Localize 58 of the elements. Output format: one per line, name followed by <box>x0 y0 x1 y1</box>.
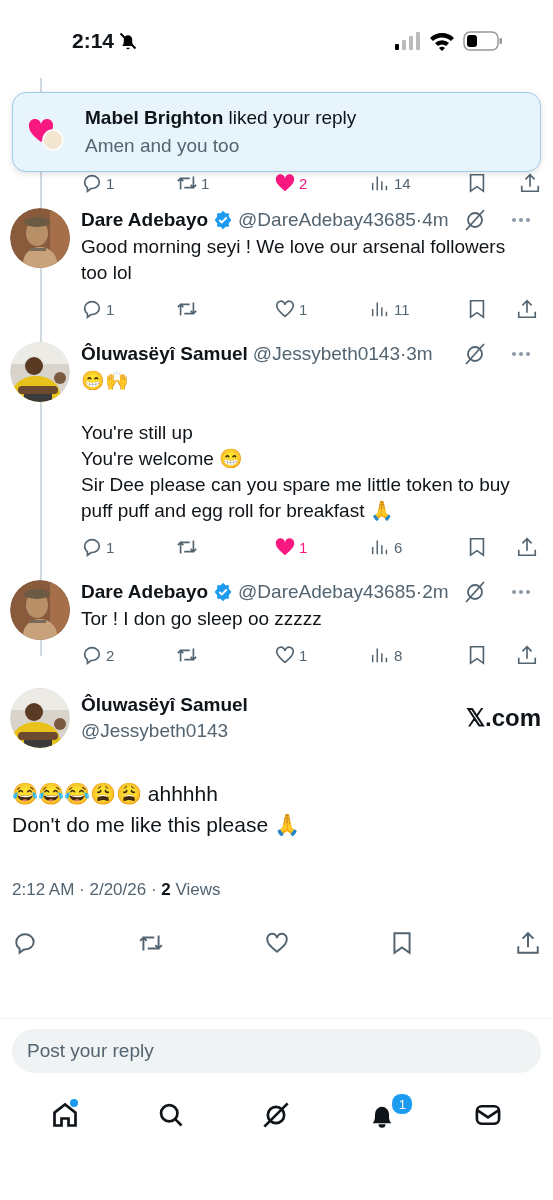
heart-icon[interactable] <box>274 298 296 320</box>
heart-icon[interactable] <box>274 172 296 194</box>
author-name[interactable]: Ôluwasëyî Samuel <box>81 694 455 716</box>
notification-count: 1 <box>391 1093 414 1115</box>
post-time: ·2m <box>415 581 449 603</box>
share-icon[interactable] <box>519 172 541 194</box>
comment-icon[interactable] <box>12 930 38 956</box>
reply-count: 1 <box>106 174 115 192</box>
author-handle[interactable]: @DareAdebay43685 <box>238 209 416 231</box>
reply-text: 😁🙌 You're still up You're welcome 😁 Sir Dee please can you spare me little token to buy puff puff and egg roll for breakfast 🙏 <box>81 369 511 523</box>
notification-title: Mabel Brighton liked your reply <box>85 107 357 129</box>
views-count: 8 <box>394 646 403 664</box>
repost-count: 1 <box>201 174 210 192</box>
like-count: 1 <box>299 538 308 556</box>
clock-time: 2:14 <box>72 29 115 53</box>
notification-toast[interactable]: Mabel Brighton liked your reply Amen and you too <box>12 92 541 172</box>
share-icon[interactable] <box>516 536 538 558</box>
site-watermark-text: 𝕏.com <box>466 704 541 732</box>
reply-count: 1 <box>106 300 115 318</box>
home-icon[interactable] <box>50 1101 79 1129</box>
comment-icon[interactable] <box>81 536 103 558</box>
post-text: 😂😂😂😩😩 ahhhhh Don't do me like this please 🙏 <box>11 781 301 838</box>
views-count: 6 <box>394 538 403 556</box>
reply-count: 1 <box>106 538 115 556</box>
views-count: 14 <box>394 174 411 192</box>
like-count: 2 <box>299 174 308 192</box>
reply-field[interactable]: Post your reply <box>12 1029 541 1073</box>
heart-icon[interactable] <box>274 536 296 558</box>
author-name[interactable]: Ôluwasëyî Samuel <box>81 343 248 365</box>
reply-text: Tor ! I don go sleep oo zzzzz <box>81 607 323 631</box>
more-icon[interactable] <box>511 217 531 223</box>
heart-icon[interactable] <box>274 644 296 666</box>
signal-icon <box>395 32 421 50</box>
notification-subtitle: Amen and you too <box>85 135 241 157</box>
post-meta: 2:12 AM · 2/20/26 · 2 Views <box>11 880 222 900</box>
wifi-icon <box>429 31 455 51</box>
comment-icon[interactable] <box>81 644 103 666</box>
views-count: 11 <box>394 300 410 318</box>
like-count: 1 <box>299 300 308 318</box>
more-icon[interactable] <box>511 589 531 595</box>
post-time: ·3m <box>399 343 433 365</box>
comment-icon[interactable] <box>81 172 103 194</box>
post-time: ·4m <box>415 209 449 231</box>
reply-text: Good morning seyi ! We love our arsenal followers too lol <box>81 235 507 285</box>
author-handle[interactable]: @DareAdebay43685 <box>238 581 416 603</box>
share-icon[interactable] <box>516 644 538 666</box>
share-icon[interactable] <box>516 298 538 320</box>
author-name[interactable]: Dare Adebayo <box>81 581 209 603</box>
heart-icon[interactable] <box>263 930 290 956</box>
like-count: 1 <box>299 646 308 664</box>
author-handle[interactable]: @Jessybeth0143 <box>252 343 400 365</box>
battery-icon <box>463 31 503 51</box>
reply-count: 2 <box>106 646 115 664</box>
share-icon[interactable] <box>515 930 541 956</box>
comment-icon[interactable] <box>81 298 103 320</box>
author-handle[interactable]: @Jessybeth0143 <box>81 720 455 742</box>
more-icon[interactable] <box>511 351 531 357</box>
author-name[interactable]: Dare Adebayo <box>81 209 209 231</box>
